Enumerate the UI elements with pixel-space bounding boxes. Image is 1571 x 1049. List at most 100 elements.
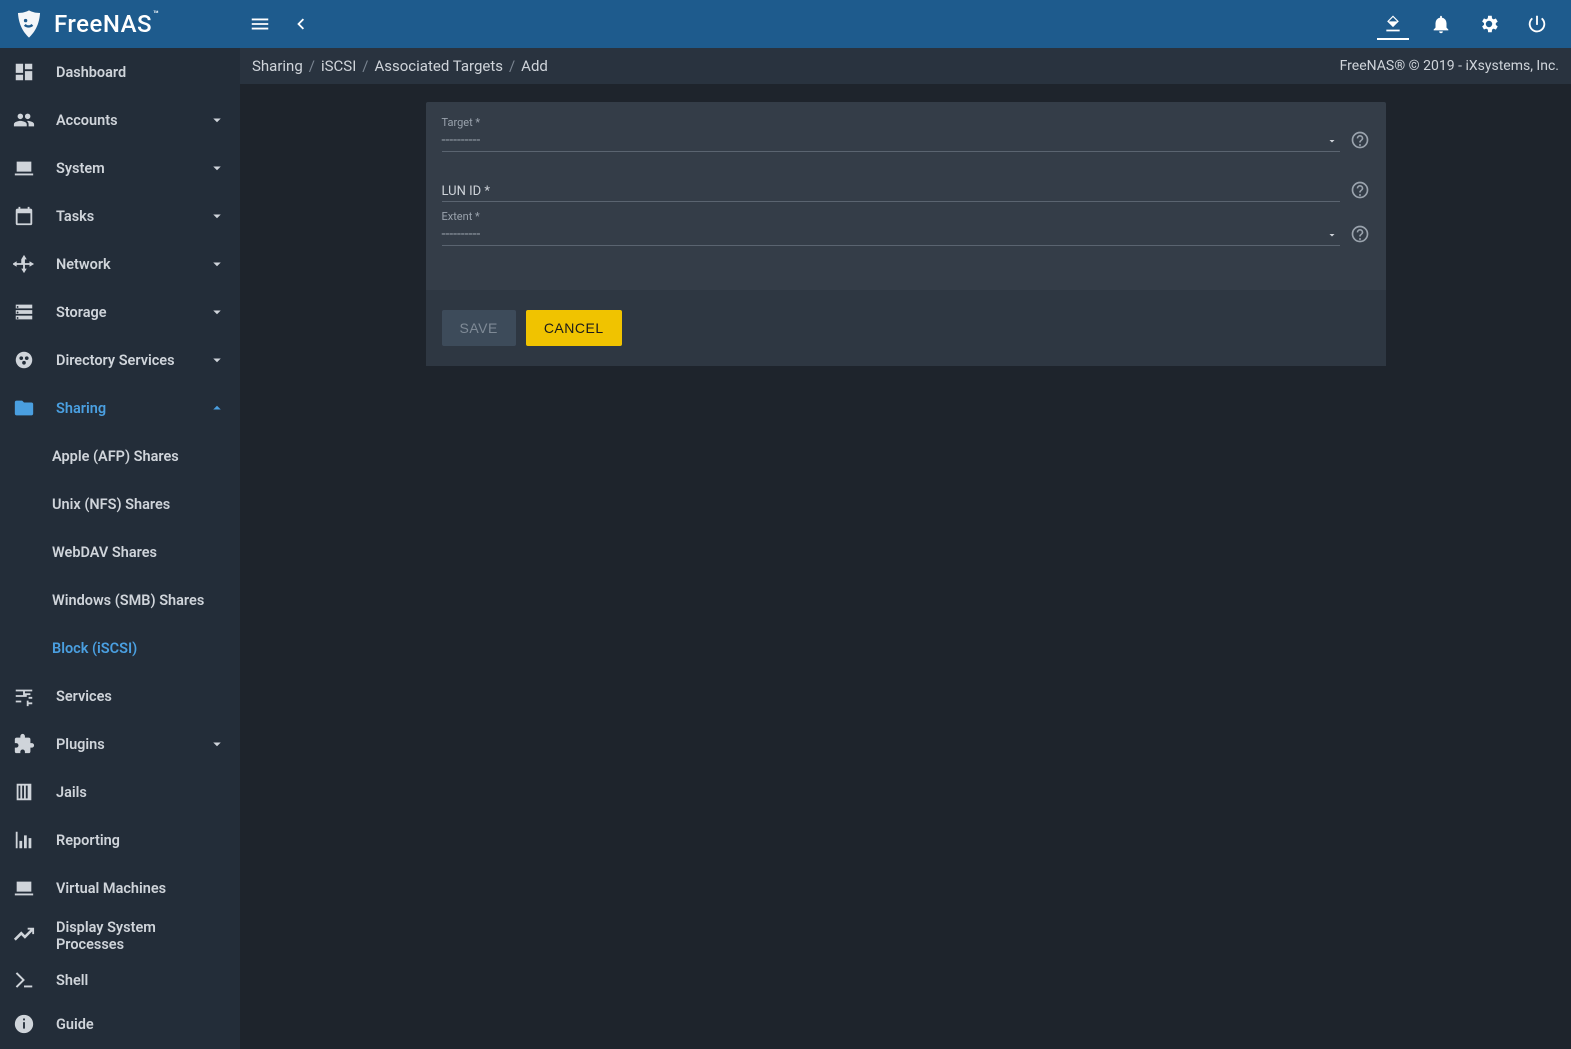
breadcrumb-separator: / bbox=[362, 57, 368, 75]
help-button-target[interactable] bbox=[1350, 130, 1370, 150]
back-button[interactable] bbox=[280, 4, 320, 44]
field-value: ---------- bbox=[442, 131, 1340, 149]
tune-icon bbox=[12, 684, 36, 708]
folder-icon bbox=[12, 396, 36, 420]
theme-button[interactable] bbox=[1377, 8, 1409, 40]
sidebar-item-label: Windows (SMB) Shares bbox=[52, 592, 204, 609]
sidebar-item-label: Directory Services bbox=[56, 352, 208, 369]
help-button-extent[interactable] bbox=[1350, 224, 1370, 244]
topbar: FreeNAS™ bbox=[0, 0, 1571, 48]
gear-icon bbox=[1478, 13, 1500, 35]
logo[interactable]: FreeNAS™ bbox=[0, 7, 240, 41]
menu-toggle-button[interactable] bbox=[240, 4, 280, 44]
settings-button[interactable] bbox=[1467, 2, 1511, 46]
people-icon bbox=[12, 108, 36, 132]
chevron-left-icon bbox=[289, 13, 311, 35]
sidebar-item-label: Network bbox=[56, 256, 208, 273]
extent-select[interactable]: Extent * ---------- bbox=[442, 210, 1340, 246]
main: Sharing / iSCSI / Associated Targets / A… bbox=[240, 48, 1571, 1049]
breadcrumb-add[interactable]: Add bbox=[521, 57, 548, 75]
breadcrumb-iscsi[interactable]: iSCSI bbox=[321, 57, 356, 75]
bell-icon bbox=[1430, 13, 1452, 35]
field-label: Target * bbox=[442, 116, 1340, 129]
chevron-down-icon bbox=[208, 303, 226, 321]
puzzle-icon bbox=[12, 732, 36, 756]
laptop-icon bbox=[12, 876, 36, 900]
sidebar-item-label: Unix (NFS) Shares bbox=[52, 496, 170, 513]
sidebar-item-tasks[interactable]: Tasks bbox=[0, 192, 240, 240]
sidebar-item-label: Sharing bbox=[56, 400, 208, 417]
help-icon bbox=[1350, 180, 1370, 200]
field-extent: Extent * ---------- bbox=[442, 210, 1370, 246]
help-icon bbox=[1350, 224, 1370, 244]
chevron-down-icon bbox=[208, 735, 226, 753]
help-icon bbox=[1350, 130, 1370, 150]
network-icon bbox=[12, 252, 36, 276]
field-label: Extent * bbox=[442, 210, 1340, 223]
sidebar-item-jails[interactable]: Jails bbox=[0, 768, 240, 816]
sidebar-item-label: Jails bbox=[56, 784, 226, 801]
sidebar-subitem-smb[interactable]: Windows (SMB) Shares bbox=[0, 576, 240, 624]
sidebar-item-guide[interactable]: Guide bbox=[0, 1000, 240, 1048]
chart-icon bbox=[12, 828, 36, 852]
sidebar-item-label: WebDAV Shares bbox=[52, 544, 157, 561]
breadcrumb-bar: Sharing / iSCSI / Associated Targets / A… bbox=[240, 48, 1571, 84]
breadcrumb-separator: / bbox=[309, 57, 315, 75]
format-color-fill-icon bbox=[1383, 13, 1403, 33]
breadcrumb-sharing[interactable]: Sharing bbox=[252, 57, 303, 75]
chevron-down-icon bbox=[208, 255, 226, 273]
sidebar-item-label: Tasks bbox=[56, 208, 208, 225]
breadcrumb-associated-targets[interactable]: Associated Targets bbox=[374, 57, 502, 75]
sidebar-item-directory-services[interactable]: Directory Services bbox=[0, 336, 240, 384]
jail-icon bbox=[12, 780, 36, 804]
topbar-right bbox=[1371, 2, 1559, 46]
sidebar-item-label: Shell bbox=[56, 972, 226, 989]
form-card: Target * ---------- LUN ID * bbox=[426, 102, 1386, 366]
sidebar-item-dashboard[interactable]: Dashboard bbox=[0, 48, 240, 96]
sidebar-subitem-iscsi[interactable]: Block (iSCSI) bbox=[0, 624, 240, 672]
sidebar-item-vms[interactable]: Virtual Machines bbox=[0, 864, 240, 912]
page-body: Target * ---------- LUN ID * bbox=[240, 84, 1571, 1049]
notifications-button[interactable] bbox=[1419, 2, 1463, 46]
sidebar-item-label: Plugins bbox=[56, 736, 208, 753]
sidebar-item-plugins[interactable]: Plugins bbox=[0, 720, 240, 768]
sidebar-subitem-nfs[interactable]: Unix (NFS) Shares bbox=[0, 480, 240, 528]
help-button-lunid[interactable] bbox=[1350, 180, 1370, 200]
sidebar-item-storage[interactable]: Storage bbox=[0, 288, 240, 336]
process-icon bbox=[12, 924, 36, 948]
sidebar-item-reporting[interactable]: Reporting bbox=[0, 816, 240, 864]
target-select[interactable]: Target * ---------- bbox=[442, 116, 1340, 152]
sidebar-item-dsp[interactable]: Display System Processes bbox=[0, 912, 240, 960]
directory-icon bbox=[12, 348, 36, 372]
sidebar-item-accounts[interactable]: Accounts bbox=[0, 96, 240, 144]
menu-icon bbox=[249, 13, 271, 35]
sidebar-item-label: Block (iSCSI) bbox=[52, 640, 137, 657]
sidebar-item-label: Dashboard bbox=[56, 64, 226, 81]
sidebar-item-label: Accounts bbox=[56, 112, 208, 129]
sidebar-item-label: Storage bbox=[56, 304, 208, 321]
sidebar-item-shell[interactable]: Shell bbox=[0, 960, 240, 1000]
chevron-down-icon bbox=[1326, 135, 1338, 147]
save-button[interactable]: SAVE bbox=[442, 310, 516, 346]
power-button[interactable] bbox=[1515, 2, 1559, 46]
field-value: ---------- bbox=[442, 225, 1340, 243]
sidebar-item-label: Guide bbox=[56, 1016, 226, 1033]
sidebar-item-label: Services bbox=[56, 688, 226, 705]
chevron-down-icon bbox=[208, 159, 226, 177]
topbar-left: FreeNAS™ bbox=[0, 4, 320, 44]
sidebar-item-services[interactable]: Services bbox=[0, 672, 240, 720]
sidebar-item-label: Virtual Machines bbox=[56, 880, 226, 897]
sidebar-item-sharing[interactable]: Sharing bbox=[0, 384, 240, 432]
sidebar-subitem-webdav[interactable]: WebDAV Shares bbox=[0, 528, 240, 576]
breadcrumb: Sharing / iSCSI / Associated Targets / A… bbox=[252, 57, 548, 75]
laptop-icon bbox=[12, 156, 36, 180]
sidebar-item-network[interactable]: Network bbox=[0, 240, 240, 288]
sidebar-item-label: Apple (AFP) Shares bbox=[52, 448, 179, 465]
sidebar-subitem-afp[interactable]: Apple (AFP) Shares bbox=[0, 432, 240, 480]
sidebar-item-system[interactable]: System bbox=[0, 144, 240, 192]
freenas-logo-icon bbox=[12, 7, 46, 41]
storage-icon bbox=[12, 300, 36, 324]
breadcrumb-separator: / bbox=[509, 57, 515, 75]
chevron-down-icon bbox=[208, 111, 226, 129]
cancel-button[interactable]: CANCEL bbox=[526, 310, 622, 346]
